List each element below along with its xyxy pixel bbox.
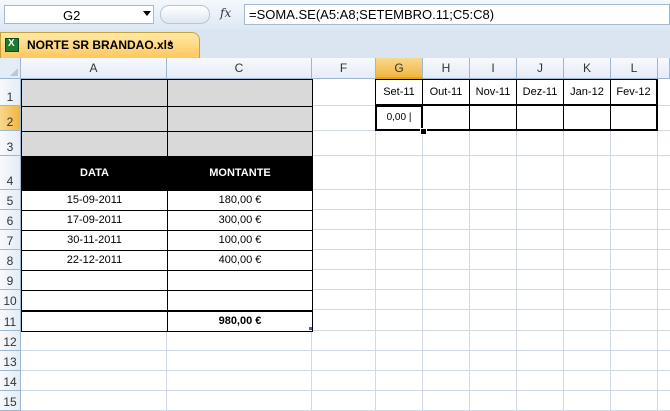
active-cell-g2[interactable]: 0,00 | xyxy=(375,105,423,131)
formula-input[interactable]: =SOMA.SE(A5:A8;SETEMBRO.11;C5:C8) xyxy=(244,4,670,25)
workbook-tab[interactable]: NORTE SR BRANDAO.xls * xyxy=(0,32,200,58)
column-header-c[interactable]: C xyxy=(167,58,312,79)
column-header-m[interactable] xyxy=(658,58,670,79)
formula-text: =SOMA.SE(A5:A8;SETEMBRO.11;C5:C8) xyxy=(249,7,495,22)
header-amount[interactable]: MONTANTE xyxy=(167,156,313,191)
cell-c1[interactable] xyxy=(167,79,313,107)
month-header[interactable]: Fev-12 xyxy=(610,79,658,106)
total-amount[interactable]: 980,00 € xyxy=(167,310,313,332)
month-value-cell[interactable] xyxy=(563,105,611,131)
row-header-13[interactable]: 13 xyxy=(0,351,21,371)
formula-bar-resize-handle[interactable] xyxy=(160,5,210,24)
row-header-12[interactable]: 12 xyxy=(0,331,21,351)
row-header-11[interactable]: 11 xyxy=(0,310,21,331)
row-header-10[interactable]: 10 xyxy=(0,290,21,310)
gridline xyxy=(21,390,670,391)
cell-a11[interactable] xyxy=(21,310,168,332)
column-header-f[interactable]: F xyxy=(312,58,376,79)
formula-bar: G2 fx =SOMA.SE(A5:A8;SETEMBRO.11;C5:C8) xyxy=(0,0,670,31)
header-date[interactable]: DATA xyxy=(21,156,168,191)
cell-date[interactable]: 22-12-2011 xyxy=(21,250,168,271)
column-header-i[interactable]: I xyxy=(470,58,517,79)
select-all-button[interactable] xyxy=(0,58,21,79)
corner-marker xyxy=(309,327,312,330)
column-header-l[interactable]: L xyxy=(611,58,658,79)
cell-amount[interactable]: 180,00 € xyxy=(167,190,313,211)
name-box[interactable]: G2 xyxy=(4,5,154,24)
name-box-value: G2 xyxy=(63,8,81,23)
cell-amount[interactable]: 100,00 € xyxy=(167,230,313,251)
month-header[interactable]: Jan-12 xyxy=(563,79,611,106)
unsaved-marker: * xyxy=(168,38,173,52)
cell-c2[interactable] xyxy=(167,106,313,132)
month-value-cell[interactable] xyxy=(516,105,564,131)
row-header-2[interactable]: 2 xyxy=(0,106,21,131)
cell-c3[interactable] xyxy=(167,131,313,157)
cell-date[interactable]: 15-09-2011 xyxy=(21,190,168,211)
cell-date[interactable]: 17-09-2011 xyxy=(21,210,168,231)
month-value-cell[interactable] xyxy=(610,105,658,131)
cell-amount[interactable]: 400,00 € xyxy=(167,250,313,271)
cell-a2[interactable] xyxy=(21,106,168,132)
cell-a9[interactable] xyxy=(21,270,168,291)
workbook-tab-strip: NORTE SR BRANDAO.xls * xyxy=(0,30,670,59)
row-header-5[interactable]: 5 xyxy=(0,190,21,210)
month-header[interactable]: Set-11 xyxy=(375,79,423,106)
cell-a10[interactable] xyxy=(21,290,168,311)
cell-a3[interactable] xyxy=(21,131,168,157)
row-header-14[interactable]: 14 xyxy=(0,371,21,391)
cell-c10[interactable] xyxy=(167,290,313,311)
month-header[interactable]: Nov-11 xyxy=(469,79,517,106)
fill-handle[interactable] xyxy=(420,128,427,135)
cell-date[interactable]: 30-11-2011 xyxy=(21,230,168,251)
month-header[interactable]: Out-11 xyxy=(422,79,470,106)
column-header-a[interactable]: A xyxy=(21,58,167,79)
month-value-cell[interactable] xyxy=(469,105,517,131)
cell-a1[interactable] xyxy=(21,79,168,107)
row-header-4[interactable]: 4 xyxy=(0,156,21,190)
month-header[interactable]: Dez-11 xyxy=(516,79,564,106)
month-value-cell[interactable] xyxy=(422,105,470,131)
excel-file-icon xyxy=(5,38,19,52)
workbook-tab-label: NORTE SR BRANDAO.xls xyxy=(27,38,174,52)
row-header-3[interactable]: 3 xyxy=(0,131,21,156)
column-header-g[interactable]: G xyxy=(376,58,423,79)
row-header-1[interactable]: 1 xyxy=(0,79,21,106)
gridline xyxy=(21,350,670,351)
row-header-8[interactable]: 8 xyxy=(0,250,21,270)
column-header-j[interactable]: J xyxy=(517,58,564,79)
chevron-down-icon[interactable] xyxy=(143,11,151,16)
cell-amount[interactable]: 300,00 € xyxy=(167,210,313,231)
row-header-15[interactable]: 15 xyxy=(0,391,21,411)
column-header-k[interactable]: K xyxy=(564,58,611,79)
row-header-9[interactable]: 9 xyxy=(0,270,21,290)
column-header-h[interactable]: H xyxy=(423,58,470,79)
gridline xyxy=(21,370,670,371)
cell-c9[interactable] xyxy=(167,270,313,291)
row-header-7[interactable]: 7 xyxy=(0,230,21,250)
insert-function-icon[interactable]: fx xyxy=(220,6,231,20)
row-header-6[interactable]: 6 xyxy=(0,210,21,230)
